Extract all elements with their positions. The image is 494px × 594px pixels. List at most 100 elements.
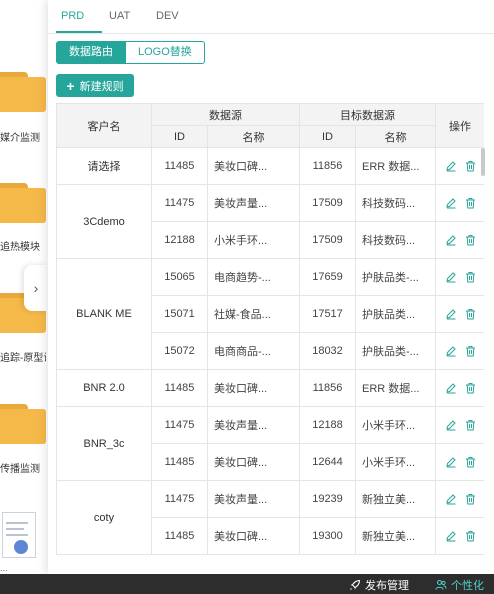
tab-dev[interactable]: DEV [156,10,179,22]
trash-icon[interactable] [465,308,476,320]
folder-icon[interactable] [0,72,46,112]
target-id-cell: 17517 [299,295,356,333]
routing-table: 客户名 数据源 目标数据源 操作 ID 名称 ID 名称 请选择 11485 美妆口… [56,103,484,574]
segment-data-routing[interactable]: 数据路由 [56,41,126,64]
header-customer: 客户名 [56,103,152,148]
trash-icon[interactable] [465,271,476,283]
rocket-icon [350,579,361,590]
personalize-label: 个性化 [451,580,484,592]
source-id-cell: 11475 [151,406,208,444]
source-id-cell: 11475 [151,480,208,518]
header-target-id: ID [299,125,356,148]
header-target-name: 名称 [355,125,436,148]
customer-cell: BLANK ME [56,258,152,370]
publish-management-button[interactable]: 发布管理 [349,577,409,593]
target-id-cell: 17509 [299,184,356,222]
edit-icon[interactable] [445,271,457,283]
source-id-cell: 11475 [151,184,208,222]
source-id-cell: 12188 [151,221,208,259]
source-id-cell: 11485 [151,147,208,185]
add-rule-button[interactable]: + 新建规则 [56,74,134,97]
edit-icon[interactable] [445,197,457,209]
source-name-cell: 美妆声量... [207,406,300,444]
folder-label: 媒介监测 [0,133,40,144]
source-id-cell: 11485 [151,369,208,407]
edit-icon[interactable] [445,308,457,320]
actions-cell [435,221,484,259]
source-name-cell: 美妆口碑... [207,369,300,407]
edit-icon[interactable] [445,530,457,542]
table-row: 3Cdemo 11475 美妆声量... 17509 科技数码... [56,184,484,259]
trash-icon[interactable] [465,234,476,246]
actions-cell [435,258,484,296]
target-name-cell: 科技数码... [355,221,436,259]
target-id-cell: 19239 [299,480,356,518]
source-name-cell: 美妆声量... [207,480,300,518]
edit-icon[interactable] [445,493,457,505]
source-name-cell: 美妆口碑... [207,443,300,481]
header-source-name: 名称 [207,125,300,148]
trash-icon[interactable] [465,493,476,505]
segment-logo-replace[interactable]: LOGO替换 [126,41,205,64]
table-row: 请选择 11485 美妆口碑... 11856 ERR 数据... [56,147,484,185]
header-target: 目标数据源 [299,103,436,126]
target-id-cell: 17659 [299,258,356,296]
customer-cell: 请选择 [56,147,152,185]
target-name-cell: ERR 数据... [355,147,436,185]
trash-icon[interactable] [465,419,476,431]
table-row: BNR 2.0 11485 美妆口碑... 11856 ERR 数据... [56,369,484,407]
actions-cell [435,332,484,370]
actions-cell [435,369,484,407]
folder-icon[interactable] [0,183,46,223]
target-id-cell: 11856 [299,369,356,407]
source-name-cell: 社媒-食品... [207,295,300,333]
source-id-cell: 11485 [151,443,208,481]
actions-cell [435,517,484,555]
environment-tabs: PRD UAT DEV [48,0,494,34]
trash-icon[interactable] [465,197,476,209]
table-row: coty 11475 美妆声量... 19239 新独立美... [56,480,484,555]
add-rule-label: 新建规则 [79,80,124,93]
trash-icon[interactable] [465,382,476,394]
collapse-drawer-handle[interactable]: › [24,265,48,311]
actions-cell [435,443,484,481]
edit-icon[interactable] [445,234,457,246]
edit-icon[interactable] [445,456,457,468]
bottom-bar: 发布管理 个性化 [0,574,494,594]
target-name-cell: 小米手环... [355,443,436,481]
target-id-cell: 18032 [299,332,356,370]
target-name-cell: ERR 数据... [355,369,436,407]
edit-icon[interactable] [445,419,457,431]
trash-icon[interactable] [465,530,476,542]
target-name-cell: 科技数码... [355,184,436,222]
target-name-cell: 护肤品类-... [355,332,436,370]
customer-cell: BNR_3c [56,406,152,481]
trash-icon[interactable] [465,456,476,468]
target-name-cell: 小米手环... [355,406,436,444]
target-id-cell: 11856 [299,147,356,185]
tab-prd[interactable]: PRD [61,10,84,22]
settings-drawer: PRD UAT DEV 数据路由 LOGO替换 + 新建规则 客户名 数据源 目… [48,0,494,574]
source-id-cell: 15065 [151,258,208,296]
edit-icon[interactable] [445,160,457,172]
target-id-cell: 19300 [299,517,356,555]
target-name-cell: 护肤品类-... [355,258,436,296]
publish-management-label: 发布管理 [365,580,409,592]
trash-icon[interactable] [465,160,476,172]
tab-uat[interactable]: UAT [109,10,130,22]
edit-icon[interactable] [445,345,457,357]
folder-label: 追热模块 [0,242,40,253]
actions-cell [435,295,484,333]
source-name-cell: 电商趋势-... [207,258,300,296]
table-scrollbar[interactable] [481,148,485,176]
active-tab-indicator [56,31,102,33]
trash-icon[interactable] [465,345,476,357]
table-body: 请选择 11485 美妆口碑... 11856 ERR 数据... 3Cdemo 11475… [56,147,484,555]
target-name-cell: 新独立美... [355,517,436,555]
source-name-cell: 电商商品-... [207,332,300,370]
folder-icon[interactable] [0,404,46,444]
edit-icon[interactable] [445,382,457,394]
document-icon[interactable] [0,512,40,562]
personalize-button[interactable]: 个性化 [435,577,484,593]
customer-cell: 3Cdemo [56,184,152,259]
